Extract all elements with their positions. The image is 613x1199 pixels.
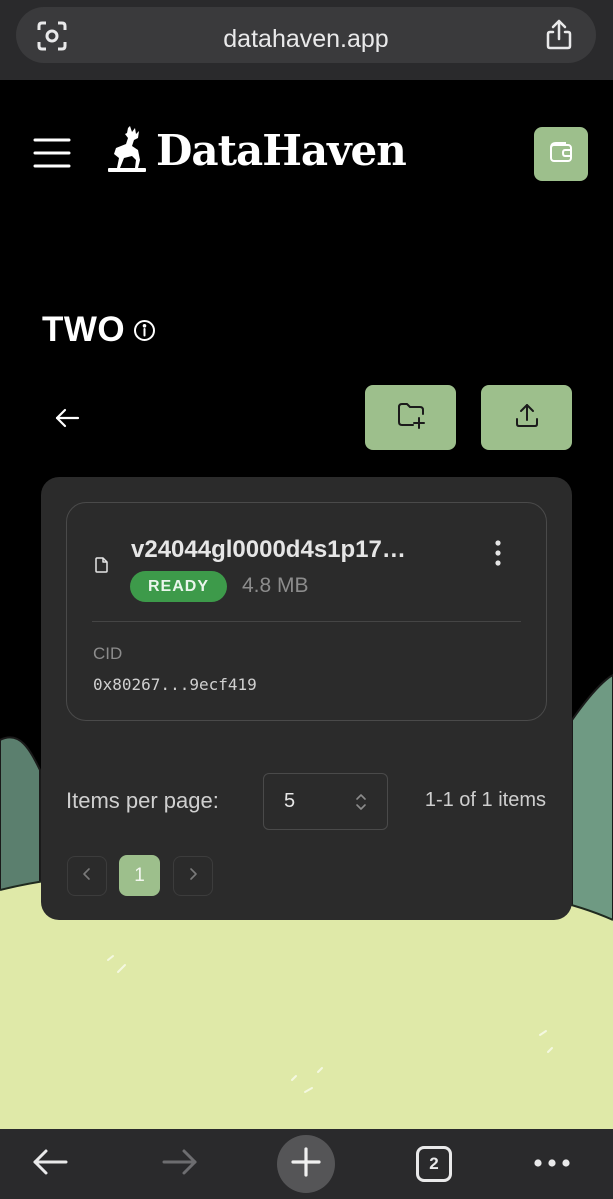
- items-per-page-label: Items per page:: [66, 788, 219, 813]
- file-icon: [95, 557, 108, 578]
- share-icon[interactable]: [544, 19, 574, 56]
- plus-icon: [291, 1146, 321, 1182]
- chevron-left-icon: [82, 867, 92, 886]
- page-button-current[interactable]: 1: [119, 855, 160, 896]
- new-tab-button[interactable]: [277, 1129, 335, 1199]
- new-folder-button[interactable]: [365, 385, 456, 450]
- tabs-button[interactable]: 2: [415, 1129, 453, 1199]
- cid-value: 0x80267...9ecf419: [93, 675, 257, 694]
- brand-name: DataHaven: [156, 126, 407, 175]
- file-size: 4.8 MB: [242, 574, 309, 597]
- pagination-range: 1-1 of 1 items: [424, 789, 546, 811]
- browser-bottom-bar: 2: [0, 1129, 613, 1199]
- items-per-page-select[interactable]: 5: [263, 773, 388, 830]
- status-badge: READY: [130, 571, 228, 602]
- folder-plus-icon: [396, 401, 426, 434]
- chevron-up-down-icon: [355, 792, 367, 817]
- prev-page-button[interactable]: [67, 856, 107, 896]
- next-page-button[interactable]: [173, 856, 213, 896]
- url-text[interactable]: datahaven.app: [16, 25, 596, 54]
- file-card[interactable]: v24044gl0000d4s1p17… READY 4.8 MB CID 0x…: [66, 502, 547, 721]
- cid-label: CID: [93, 644, 123, 663]
- files-panel: v24044gl0000d4s1p17… READY 4.8 MB CID 0x…: [41, 477, 572, 920]
- more-dots-icon: [533, 1155, 571, 1173]
- browser-top-bar: datahaven.app: [0, 0, 613, 80]
- items-per-page-value: 5: [284, 790, 296, 812]
- browser-menu-button[interactable]: [532, 1129, 572, 1199]
- deer-logo-icon: [108, 124, 150, 177]
- more-vertical-icon[interactable]: [492, 539, 504, 572]
- upload-icon: [513, 401, 541, 434]
- browser-forward-button[interactable]: [158, 1129, 202, 1199]
- forward-arrow-icon: [161, 1147, 199, 1182]
- file-name[interactable]: v24044gl0000d4s1p17…: [131, 536, 406, 564]
- brand-logo[interactable]: DataHaven: [108, 124, 407, 177]
- upload-button[interactable]: [481, 385, 572, 450]
- address-bar[interactable]: datahaven.app: [16, 7, 596, 63]
- hamburger-menu-icon[interactable]: [33, 137, 71, 174]
- wallet-icon: [548, 139, 574, 170]
- browser-back-button[interactable]: [28, 1129, 72, 1199]
- back-arrow-icon[interactable]: [52, 402, 84, 434]
- chevron-right-icon: [188, 867, 198, 886]
- card-divider: [92, 621, 521, 622]
- wallet-button[interactable]: [534, 127, 588, 181]
- tab-count: 2: [416, 1146, 452, 1182]
- page-title: TWO: [42, 310, 126, 349]
- back-arrow-icon: [31, 1147, 69, 1182]
- info-icon[interactable]: [133, 319, 156, 347]
